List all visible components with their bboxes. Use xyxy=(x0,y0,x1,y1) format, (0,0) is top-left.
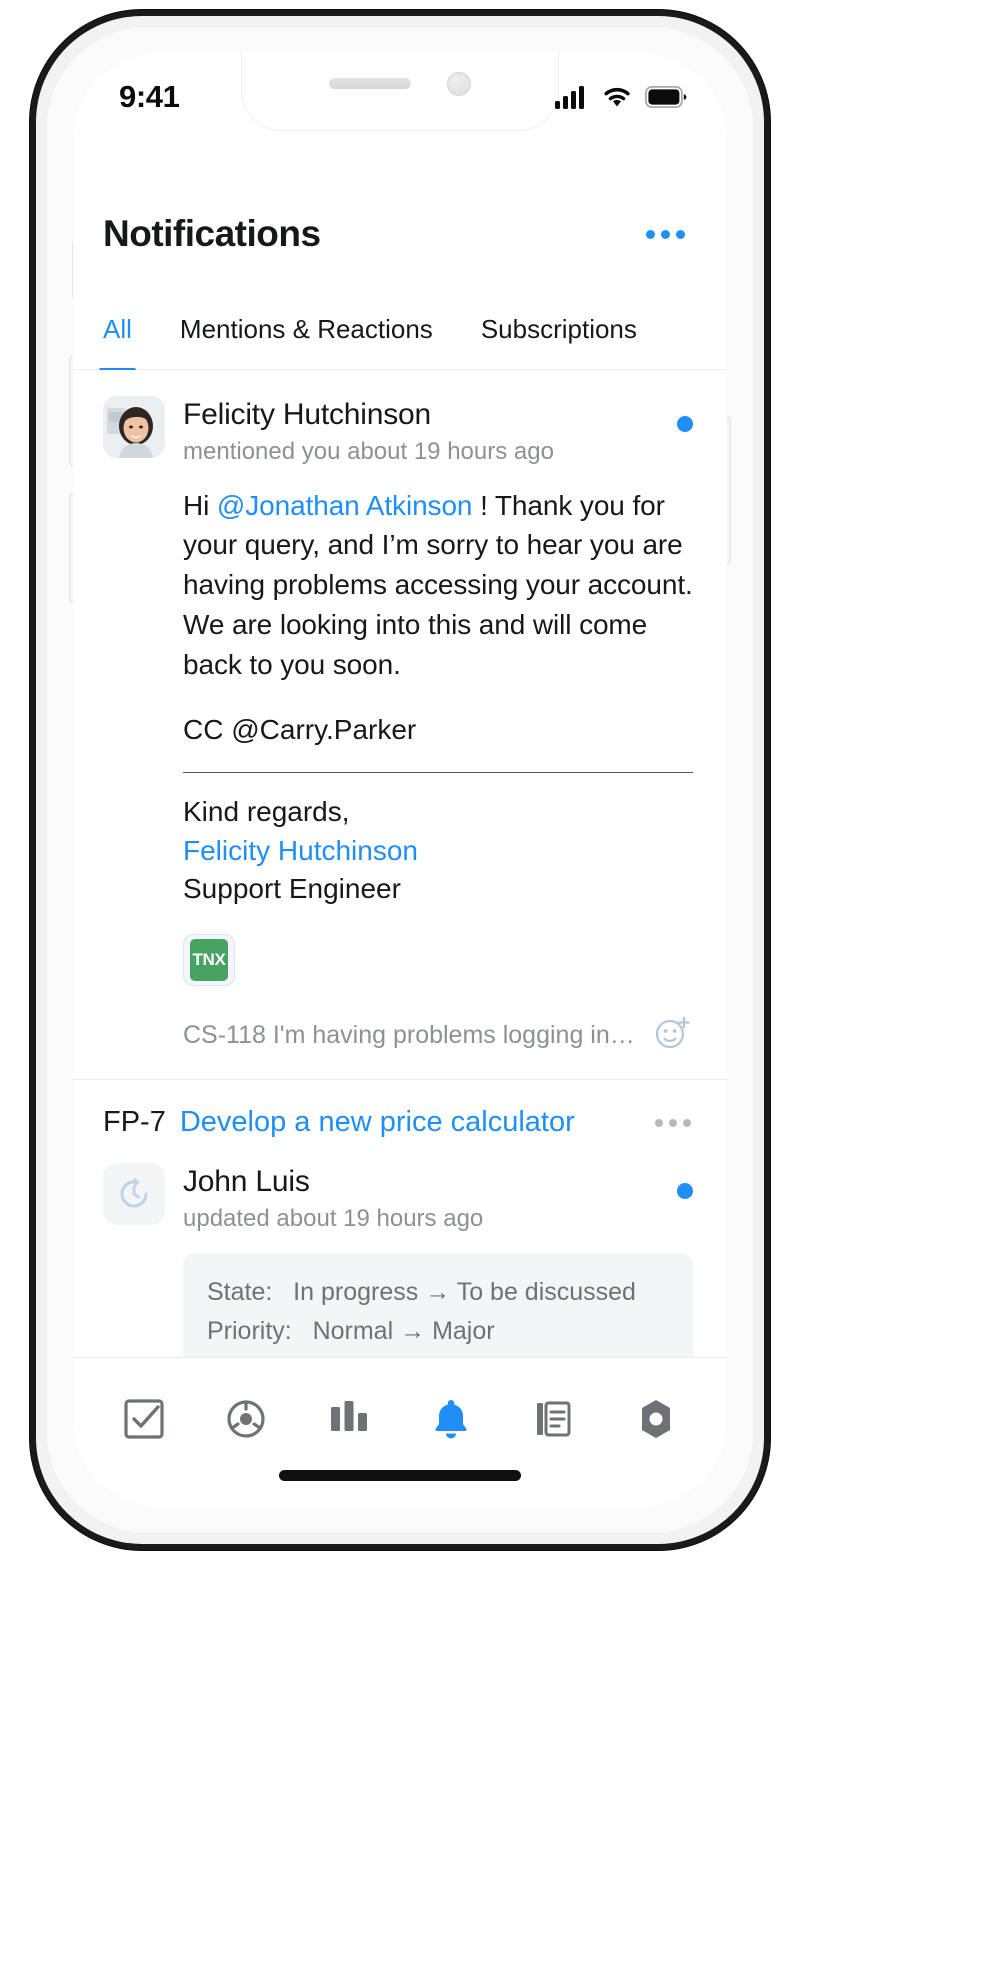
signature-role: Support Engineer xyxy=(183,872,401,904)
notification-author: Felicity Hutchinson xyxy=(183,398,431,431)
screenshot-root: 9:41 Notifications All Mentions & Reacti… xyxy=(0,0,1000,1977)
message-paragraph: Hi @Jonathan Atkinson ! Thank you for yo… xyxy=(183,486,693,685)
avatar-image xyxy=(103,396,165,458)
issue-key[interactable]: FP-7 xyxy=(103,1106,166,1139)
field-change-summary: State: In progress → To be discussed Pri… xyxy=(183,1252,693,1357)
page-title: Notifications xyxy=(103,213,321,254)
message-cc: CC @Carry.Parker xyxy=(183,714,417,746)
change-field-label: State: xyxy=(207,1277,273,1306)
attachment-label: TNX xyxy=(190,939,228,982)
gear-settings-icon xyxy=(641,1400,670,1438)
kanban-board-icon xyxy=(330,1401,367,1431)
bottom-navigation-bar xyxy=(73,1357,727,1507)
unread-indicator-dot xyxy=(677,416,693,432)
status-time: 9:41 xyxy=(119,79,180,114)
user-avatar-photo[interactable] xyxy=(103,396,165,458)
change-from-value: In progress xyxy=(293,1277,419,1306)
issue-reference-line: FP-7 Develop a new price calculator xyxy=(103,1106,693,1139)
update-history-icon xyxy=(103,1163,165,1226)
message-greeting: Hi xyxy=(183,489,217,521)
more-horizontal-icon[interactable] xyxy=(653,1111,693,1135)
tab-all[interactable]: All xyxy=(99,308,136,373)
cellular-signal-icon xyxy=(555,86,584,109)
change-field-label: Priority: xyxy=(207,1316,292,1345)
tab-mentions-reactions-label: Mentions & Reactions xyxy=(179,314,433,344)
agile-board-icon xyxy=(227,1400,266,1438)
checkbox-tasks-icon xyxy=(124,1399,164,1439)
add-reaction-icon[interactable] xyxy=(651,1012,693,1059)
change-row-priority: Priority: Normal → Major xyxy=(207,1312,669,1351)
notification-card-update[interactable]: FP-7 Develop a new price calculator John… xyxy=(73,1080,727,1357)
notification-meta: mentioned you about 19 hours ago xyxy=(183,437,554,465)
notification-header: John Luis updated about 19 hours ago xyxy=(103,1163,693,1233)
home-indicator[interactable] xyxy=(279,1470,521,1481)
battery-icon xyxy=(645,86,687,108)
notification-card-mention[interactable]: Felicity Hutchinson mentioned you about … xyxy=(73,370,727,1081)
notification-footer: CS-118 I'm having problems logging into.… xyxy=(183,1012,693,1059)
tab-subscriptions-label: Subscriptions xyxy=(480,314,637,344)
app-header: Notifications xyxy=(73,186,727,282)
wifi-icon xyxy=(604,88,630,107)
nav-item-notifications[interactable] xyxy=(416,1388,486,1450)
more-horizontal-icon[interactable] xyxy=(642,218,689,251)
issue-title-link[interactable]: Develop a new price calculator xyxy=(180,1106,639,1139)
mention-link[interactable]: @Jonathan Atkinson xyxy=(217,490,473,521)
change-from-value: Normal xyxy=(312,1316,394,1345)
signature-divider xyxy=(183,772,693,774)
notifications-tab-bar: All Mentions & Reactions Subscriptions xyxy=(73,296,727,373)
related-issue-summary[interactable]: CS-118 I'm having problems logging into.… xyxy=(183,1021,635,1050)
nav-item-agile[interactable] xyxy=(211,1388,281,1450)
change-to-value: To be discussed xyxy=(456,1277,636,1306)
nav-item-settings[interactable] xyxy=(621,1388,691,1450)
tab-subscriptions[interactable]: Subscriptions xyxy=(481,308,637,373)
change-to-value: Major xyxy=(432,1316,495,1345)
arrow-right-icon: → xyxy=(400,1316,426,1345)
status-bar: 9:41 xyxy=(73,53,727,131)
nav-item-knowledge-base[interactable] xyxy=(518,1388,588,1450)
notification-author: John Luis xyxy=(183,1165,310,1199)
phone-frame: 9:41 Notifications All Mentions & Reacti… xyxy=(30,10,770,1550)
attachment-row: TNX xyxy=(183,934,693,987)
file-attachment-icon[interactable]: TNX xyxy=(183,934,235,987)
nav-item-boards[interactable] xyxy=(314,1388,384,1450)
signature-name-link[interactable]: Felicity Hutchinson xyxy=(183,832,693,870)
tab-all-label: All xyxy=(103,314,132,344)
status-icons xyxy=(555,85,687,109)
signature-greeting: Kind regards, xyxy=(183,796,350,828)
notifications-feed[interactable]: Felicity Hutchinson mentioned you about … xyxy=(73,370,727,1357)
notification-meta: updated about 19 hours ago xyxy=(183,1204,484,1232)
unread-indicator-dot xyxy=(677,1183,693,1200)
article-list-icon xyxy=(537,1401,571,1437)
bell-icon xyxy=(435,1400,467,1439)
nav-item-tasks[interactable] xyxy=(109,1388,179,1450)
notification-header: Felicity Hutchinson mentioned you about … xyxy=(103,396,693,466)
tab-mentions-reactions[interactable]: Mentions & Reactions xyxy=(180,308,433,373)
change-row-state: State: In progress → To be discussed xyxy=(207,1273,669,1312)
phone-screen: 9:41 Notifications All Mentions & Reacti… xyxy=(73,53,727,1507)
notification-body: Hi @Jonathan Atkinson ! Thank you for yo… xyxy=(103,486,693,1060)
arrow-right-icon: → xyxy=(425,1277,451,1306)
